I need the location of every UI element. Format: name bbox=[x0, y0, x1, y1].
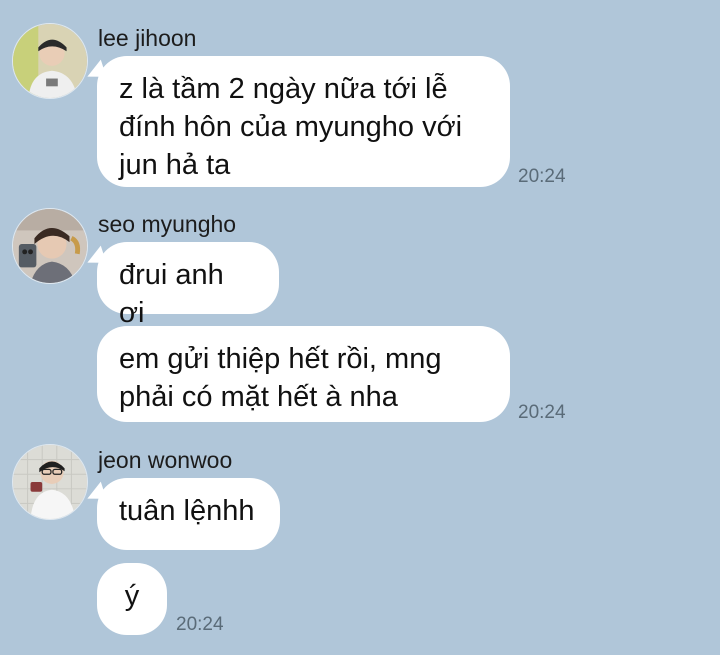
message-bubble[interactable]: z là tầm 2 ngày nữa tới lễ đính hôn của … bbox=[97, 56, 510, 187]
sender-name: seo myungho bbox=[98, 211, 237, 237]
user-avatar-icon bbox=[13, 24, 87, 98]
avatar-lee-jihoon[interactable] bbox=[12, 23, 88, 99]
message-timestamp: 20:24 bbox=[518, 402, 566, 423]
message-bubble[interactable]: ý bbox=[97, 563, 167, 635]
message-bubble[interactable]: em gửi thiệp hết rồi, mng phải có mặt hế… bbox=[97, 326, 510, 422]
message-bubble[interactable]: đrui anh ơi bbox=[97, 242, 279, 329]
avatar-seo-myungho[interactable] bbox=[12, 208, 88, 284]
user-avatar-icon bbox=[13, 209, 87, 283]
sender-name: jeon wonwoo bbox=[98, 447, 233, 473]
user-avatar-icon bbox=[13, 445, 87, 519]
sender-name: lee jihoon bbox=[98, 25, 197, 51]
message-timestamp: 20:24 bbox=[518, 166, 566, 187]
message-timestamp: 20:24 bbox=[176, 614, 224, 635]
avatar-jeon-wonwoo[interactable] bbox=[12, 444, 88, 520]
chat-thread: lee jihoon z là tầm 2 ngày nữa tới lễ đí… bbox=[0, 0, 720, 655]
message-bubble[interactable]: tuân lệnhh bbox=[97, 478, 280, 550]
